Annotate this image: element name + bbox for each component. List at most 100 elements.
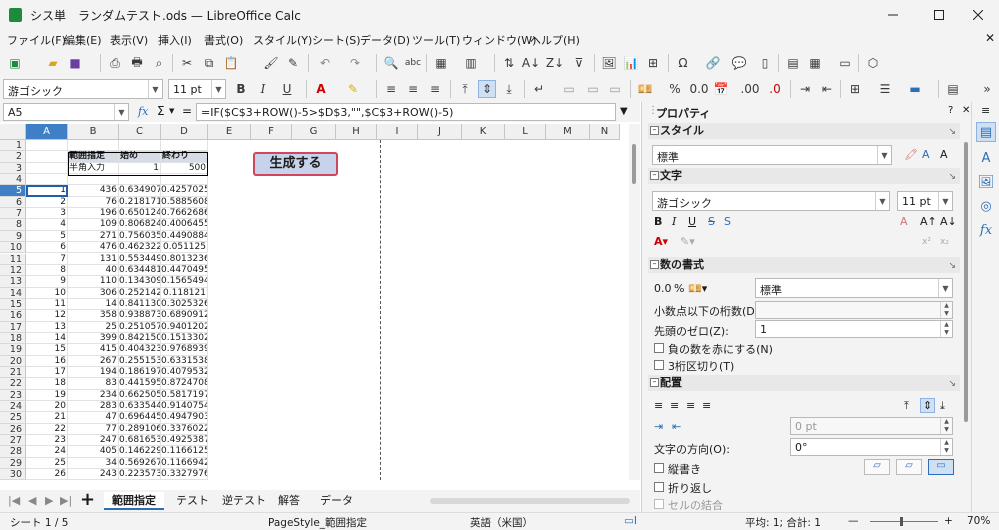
column-header[interactable]: C [119, 124, 161, 140]
prev-sheet-icon[interactable]: ◀ [28, 494, 36, 507]
chevron-down-icon[interactable]: ▼ [211, 80, 225, 98]
cell-a[interactable]: 1 [26, 185, 68, 197]
cell-b[interactable]: 76 [68, 196, 119, 209]
cell-c[interactable]: 0.6816535 [119, 435, 161, 447]
cell-a[interactable]: 16 [26, 355, 68, 367]
alignment-section-header[interactable]: – 配置 ↘ [648, 375, 960, 391]
column-icon[interactable]: ▥ [462, 54, 480, 72]
spin-icon[interactable]: ▲ ▼ [940, 302, 952, 318]
styles-deck-icon[interactable]: A [976, 148, 996, 168]
spin-icon[interactable]: ▲ ▼ [940, 418, 952, 434]
sidebar-highlight-icon[interactable]: ✎▾ [680, 235, 695, 248]
cell-d[interactable]: 0.118121 [161, 287, 208, 299]
row-header[interactable]: 16 [0, 310, 26, 322]
negative-red-checkbox[interactable] [654, 343, 664, 353]
properties-deck-icon[interactable]: ▤ [976, 122, 996, 142]
clear-formatting-icon[interactable]: ✎ [284, 54, 302, 72]
cell-b[interactable] [68, 174, 119, 186]
redo-icon[interactable]: ↷ [346, 54, 364, 72]
cell-a[interactable]: 4 [26, 219, 68, 231]
language[interactable]: 英語（米国） [470, 515, 533, 530]
row-header[interactable]: 27 [0, 435, 26, 447]
row-header[interactable]: 1 [0, 140, 26, 152]
horizontal-scrollbar[interactable] [430, 498, 630, 504]
cell-b[interactable]: 14 [68, 298, 119, 311]
collapse-icon[interactable]: – [650, 378, 659, 387]
menu-tools[interactable]: ツール(T) [412, 32, 460, 48]
cell-a[interactable]: 18 [26, 378, 68, 390]
sheet-tab-range[interactable]: 範囲指定 [104, 492, 164, 510]
column-header[interactable]: N [590, 124, 620, 140]
superscript-icon[interactable]: x² [922, 237, 931, 247]
function-wizard-button[interactable]: fx [138, 105, 148, 118]
first-sheet-icon[interactable]: |◀ [8, 494, 20, 507]
sort-ascending-icon[interactable]: A↓ [522, 54, 540, 72]
sidebar-font-size-box[interactable]: 11 pt ▼ [897, 191, 953, 211]
sidebar-font-name-box[interactable]: 游ゴシック ▼ [652, 191, 890, 211]
cell-d[interactable]: 0.1513302 [161, 332, 208, 345]
row-header[interactable]: 15 [0, 298, 26, 311]
cell-a[interactable]: 7 [26, 253, 68, 265]
cell-c[interactable]: 0.2521422 [119, 287, 161, 299]
save-icon[interactable]: ■ [66, 54, 84, 72]
sidebar-scrollbar[interactable] [964, 142, 968, 422]
row-header[interactable]: 9 [0, 230, 26, 243]
cell-b[interactable]: 77 [68, 423, 119, 436]
sheet-tab-data[interactable]: データ [312, 492, 361, 510]
sheet-tab-answers[interactable]: 解答 [270, 492, 308, 510]
cell-c[interactable]: 0.8421502 [119, 332, 161, 345]
font-size-box[interactable]: 11 pt ▼ [168, 79, 226, 99]
cell-c[interactable]: 0.9388733 [119, 310, 161, 322]
cell-a[interactable]: 20 [26, 401, 68, 413]
column-header[interactable]: G [292, 124, 336, 140]
chevron-down-icon[interactable]: ▼ [169, 107, 174, 115]
cell-d[interactable]: 0.9768939 [161, 344, 208, 356]
number-format-button[interactable]: 0.0 [688, 80, 710, 98]
cell-a[interactable] [26, 162, 68, 175]
cell-a[interactable]: 22 [26, 423, 68, 436]
row-header[interactable]: 4 [0, 174, 26, 186]
sidebar-italic-button[interactable]: I [672, 215, 676, 228]
rotation-standard-icon[interactable]: ▭ [928, 459, 954, 475]
cell-c[interactable]: 0.6349077 [119, 185, 161, 197]
sum-button[interactable]: Σ [157, 104, 165, 118]
cell-a[interactable]: 24 [26, 446, 68, 458]
sidebar-align-center-icon[interactable]: ≡ [670, 399, 679, 412]
cell-b[interactable]: 399 [68, 332, 119, 345]
cell-a[interactable]: 8 [26, 264, 68, 277]
menu-window[interactable]: ウィンドウ(W) [462, 32, 536, 48]
page-style[interactable]: PageStyle_範囲指定 [268, 515, 367, 530]
cell-c[interactable]: 0.634481 [119, 264, 161, 277]
cell-a[interactable]: 5 [26, 230, 68, 243]
cell-d[interactable] [161, 174, 208, 186]
new-icon[interactable]: ▣ [6, 54, 24, 72]
cell-b[interactable]: 109 [68, 219, 119, 231]
cell-d[interactable] [161, 140, 208, 152]
close-document-icon[interactable]: ✕ [985, 31, 995, 45]
align-middle-icon[interactable]: ⇕ [478, 80, 496, 98]
sidebar-align-left-icon[interactable]: ≡ [654, 399, 663, 412]
cell-a[interactable] [26, 174, 68, 186]
selection-summary[interactable]: 平均: 1; 合計: 1 [745, 515, 821, 530]
cell-d[interactable]: 0.1166125 [161, 446, 208, 458]
align-left-icon[interactable]: ≡ [382, 80, 400, 98]
cell-b[interactable]: 25 [68, 321, 119, 333]
sidebar-number-format-button[interactable]: 0.0 [654, 282, 672, 295]
increase-indent-icon[interactable]: ⇥ [796, 80, 814, 98]
row-header[interactable]: 3 [0, 162, 26, 175]
more-options-icon[interactable]: ↘ [948, 170, 956, 185]
cell-a[interactable]: 9 [26, 276, 68, 288]
conditional-format-icon[interactable]: ▤ [944, 80, 962, 98]
formula-button[interactable]: = [182, 104, 192, 118]
cell-d[interactable]: 0.8013236 [161, 253, 208, 265]
border-color-icon[interactable]: ▬ [906, 80, 924, 98]
cell-c[interactable] [119, 174, 161, 186]
row-header[interactable]: 17 [0, 321, 26, 333]
row-header[interactable]: 7 [0, 208, 26, 220]
menu-sheet[interactable]: シート(S) [312, 32, 361, 48]
cell-d[interactable]: 0.7662686 [161, 208, 208, 220]
row-header[interactable]: 26 [0, 423, 26, 436]
sort-descending-icon[interactable]: Z↓ [546, 54, 564, 72]
header-cell-c2[interactable]: 始め [119, 151, 161, 163]
cell-a[interactable] [26, 151, 68, 163]
